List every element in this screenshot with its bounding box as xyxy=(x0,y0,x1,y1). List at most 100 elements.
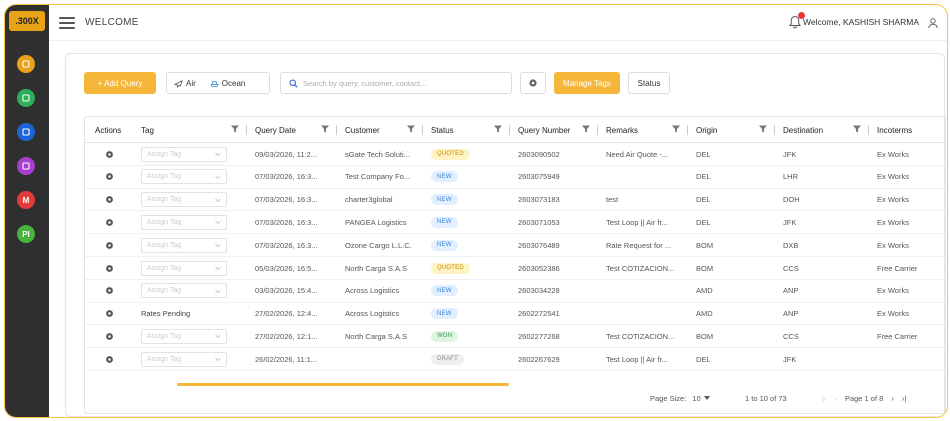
column-header-label: Query Date xyxy=(255,125,296,135)
prev-page-icon[interactable]: ‹ xyxy=(834,394,837,403)
gear-icon[interactable] xyxy=(105,172,114,181)
assign-tag-select[interactable]: Assign Tag xyxy=(141,214,227,230)
column-header-tag[interactable]: Tag xyxy=(133,117,247,143)
column-header-incoterms[interactable]: Incoterms xyxy=(869,117,945,143)
table-row[interactable]: Assign Tag 07/03/2026, 16:3... PANGEA Logi… xyxy=(85,211,945,235)
air-option[interactable]: Air xyxy=(167,79,203,88)
column-header-status[interactable]: Status xyxy=(423,117,510,143)
briefcase-icon[interactable] xyxy=(17,123,35,141)
bell-icon[interactable] xyxy=(788,12,805,29)
filter-icon[interactable] xyxy=(321,125,329,133)
filter-icon[interactable] xyxy=(853,125,861,133)
column-header-query-number[interactable]: Query Number xyxy=(510,117,598,143)
date-cell: 07/03/2026, 16:3... xyxy=(255,195,318,205)
menu-icon[interactable] xyxy=(59,16,75,29)
toolbar: + Add Query Air Ocean Search by query, c… xyxy=(84,72,670,94)
users-icon[interactable] xyxy=(17,157,35,175)
assign-tag-select[interactable]: Assign Tag xyxy=(141,237,227,253)
filter-icon[interactable] xyxy=(231,125,239,133)
assign-tag-select[interactable]: Assign Tag xyxy=(141,351,227,367)
filter-icon[interactable] xyxy=(494,125,502,133)
origin-cell: BOM xyxy=(696,331,714,341)
query-number-cell: 2603076489 xyxy=(518,240,560,250)
chevron-down-icon xyxy=(215,357,221,362)
table-row[interactable]: Assign Tag 07/03/2026, 16:3... charter3glo… xyxy=(85,189,945,212)
package-icon[interactable] xyxy=(17,89,35,107)
manage-tags-button[interactable]: Manage Tags xyxy=(554,72,620,94)
incoterms-cell: Ex Works xyxy=(877,309,909,319)
tag-label: Assign Tag xyxy=(147,173,182,181)
table-row[interactable]: Assign Tag 09/03/2026, 11:2... sGate Tech … xyxy=(85,143,945,166)
assign-tag-select[interactable]: Assign Tag xyxy=(141,283,227,299)
gear-icon[interactable] xyxy=(105,332,114,341)
page-size: Page Size: 10 xyxy=(650,394,710,403)
column-header-origin[interactable]: Origin xyxy=(688,117,775,143)
last-page-icon[interactable]: ›| xyxy=(902,394,906,403)
status-cell: DRAFT xyxy=(431,348,506,370)
table-row[interactable]: Rates Pending 27/02/2026, 12:4... Across L… xyxy=(85,303,945,326)
filter-icon[interactable] xyxy=(672,125,680,133)
assign-tag-select[interactable]: Assign Tag xyxy=(141,169,227,185)
row-actions xyxy=(85,166,133,188)
tag-cell: Assign Tag xyxy=(141,280,245,302)
filter-icon[interactable] xyxy=(407,125,415,133)
status-filter-button[interactable]: Status xyxy=(628,72,670,94)
table-row[interactable]: Assign Tag 03/03/2026, 15:4... Across Logi… xyxy=(85,280,945,303)
content-card: + Add Query Air Ocean Search by query, c… xyxy=(65,53,946,417)
table-row[interactable]: Assign Tag 27/02/2026, 12:1... North Carga… xyxy=(85,325,945,349)
gear-icon[interactable] xyxy=(105,241,114,250)
gear-icon[interactable] xyxy=(105,309,114,318)
pi-icon[interactable]: PI xyxy=(17,225,35,243)
filter-icon[interactable] xyxy=(759,125,767,133)
ocean-label: Ocean xyxy=(221,78,246,88)
status-badge: NEW xyxy=(431,171,458,183)
badge-icon[interactable]: M xyxy=(17,191,35,209)
user-icon[interactable] xyxy=(927,16,939,29)
settings-button[interactable] xyxy=(520,72,546,94)
gear-icon xyxy=(529,79,537,87)
assign-tag-select[interactable]: Assign Tag xyxy=(141,328,227,344)
column-header-destination[interactable]: Destination xyxy=(775,117,869,143)
destination-cell: ANP xyxy=(783,309,799,319)
table-row[interactable]: Assign Tag 07/03/2026, 16:3... Ozone Cargo… xyxy=(85,234,945,257)
assign-tag-select[interactable]: Assign Tag xyxy=(141,146,227,162)
tag-cell: Assign Tag xyxy=(141,189,245,211)
next-page-icon[interactable]: › xyxy=(891,394,894,403)
column-header-customer[interactable]: Customer xyxy=(337,117,423,143)
gear-icon[interactable] xyxy=(105,195,114,204)
gear-icon[interactable] xyxy=(105,355,114,364)
first-page-icon[interactable]: |‹ xyxy=(822,394,826,403)
assign-tag-select[interactable]: Assign Tag xyxy=(141,192,227,208)
destination-cell: JFK xyxy=(783,354,797,364)
app-logo[interactable]: .300X xyxy=(9,11,45,31)
origin-cell: DEL xyxy=(696,195,711,205)
query-number-cell: 2602272541 xyxy=(518,309,560,319)
gear-icon[interactable] xyxy=(105,286,114,295)
chevron-down-icon xyxy=(215,152,221,157)
assign-tag-select[interactable]: Assign Tag xyxy=(141,260,227,276)
column-header-actions[interactable]: Actions xyxy=(85,117,133,143)
add-query-button[interactable]: + Add Query xyxy=(84,72,156,94)
horizontal-scrollbar[interactable] xyxy=(177,383,509,386)
column-header-query-date[interactable]: Query Date xyxy=(247,117,337,143)
gear-icon[interactable] xyxy=(105,150,114,159)
assign-tag-select[interactable]: Rates Pending xyxy=(141,306,227,321)
gear-icon[interactable] xyxy=(105,218,114,227)
filter-icon[interactable] xyxy=(582,125,590,133)
plane-icon xyxy=(174,79,183,88)
column-header-remarks[interactable]: Remarks xyxy=(598,117,688,143)
gear-icon[interactable] xyxy=(105,264,114,273)
column-header-label: Customer xyxy=(345,125,380,135)
column-header-label: Query Number xyxy=(518,125,571,135)
table-row[interactable]: Assign Tag 07/03/2026, 16:3... Test Compan… xyxy=(85,166,945,189)
column-header-label: Actions xyxy=(95,125,122,135)
tag-label: Rates Pending xyxy=(141,309,191,319)
ocean-option[interactable]: Ocean xyxy=(203,79,253,88)
document-icon[interactable] xyxy=(17,55,35,73)
table-row[interactable]: Assign Tag 05/03/2026, 16:5... North Carga… xyxy=(85,257,945,280)
search-input[interactable]: Search by query, customer, contact... xyxy=(280,72,512,94)
table-row[interactable]: Assign Tag 26/02/2026, 11:1... DRAFT 260226… xyxy=(85,348,945,371)
page-size-select[interactable]: 10 xyxy=(692,394,710,403)
remarks-cell: Test Loop || Air fr... xyxy=(606,217,668,227)
column-header-label: Origin xyxy=(696,125,718,135)
